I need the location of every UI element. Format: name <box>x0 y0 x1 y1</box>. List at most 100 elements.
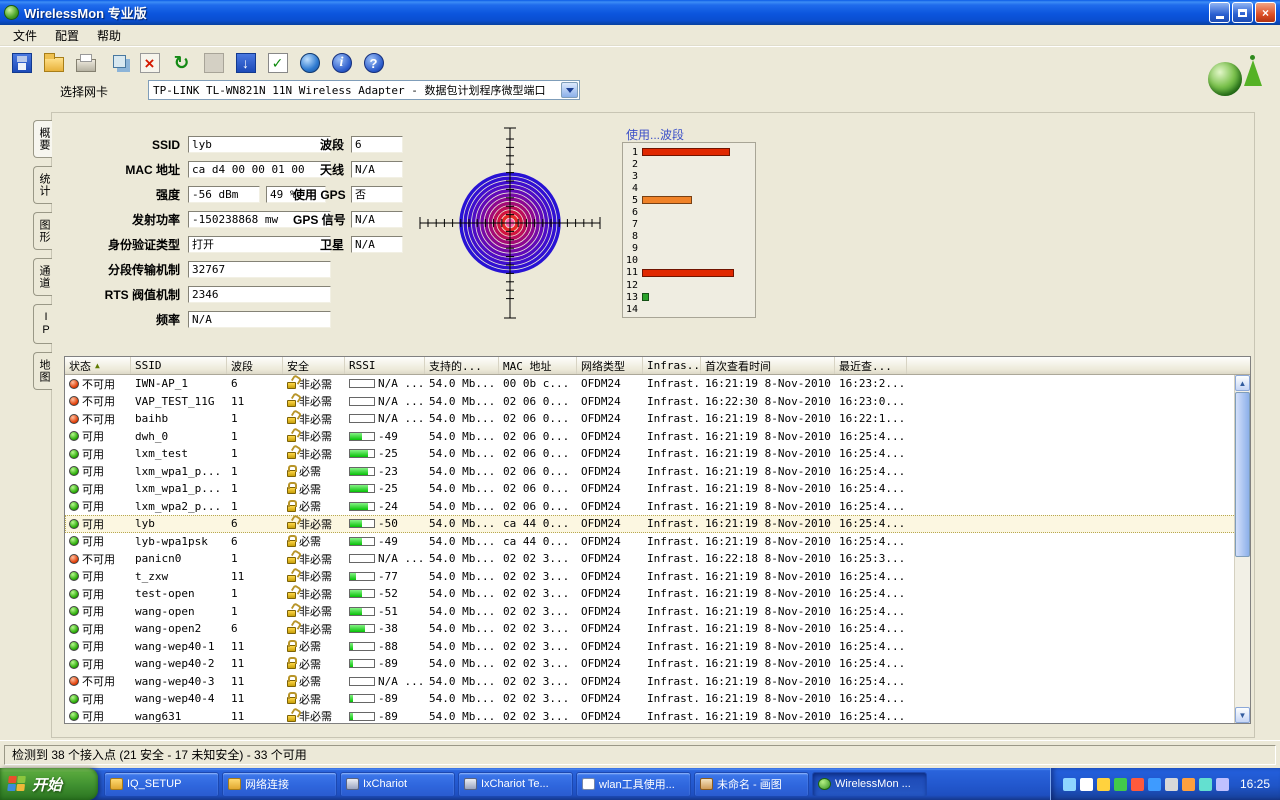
side-tab-1[interactable]: 概要 <box>33 120 52 158</box>
minimize-button[interactable] <box>1209 2 1230 23</box>
cell: 54.0 Mb... <box>425 585 499 603</box>
taskbar-item[interactable]: IxChariot <box>340 772 455 797</box>
import-button[interactable] <box>232 50 259 77</box>
table-row[interactable]: 可用lxm_wpa2_p...1必需-2454.0 Mb...02 06 0..… <box>65 498 1250 516</box>
connect-button[interactable] <box>200 50 227 77</box>
column-header[interactable]: 波段 <box>227 357 283 374</box>
table-row[interactable]: 可用wang-wep40-211必需-8954.0 Mb...02 02 3..… <box>65 655 1250 673</box>
channel-text: 11 <box>231 570 244 583</box>
taskbar-item[interactable]: WirelessMon ... <box>812 772 927 797</box>
column-header[interactable]: MAC 地址 <box>499 357 577 374</box>
tray-icon[interactable] <box>1063 778 1076 791</box>
tray-icon[interactable] <box>1165 778 1178 791</box>
table-row[interactable]: 不可用baihb1非必需N/A ...54.0 Mb...02 06 0...O… <box>65 410 1250 428</box>
scroll-up-button[interactable]: ▲ <box>1235 375 1250 391</box>
column-header[interactable]: SSID <box>131 357 227 374</box>
table-row[interactable]: 可用test-open1非必需-5254.0 Mb...02 02 3...OF… <box>65 585 1250 603</box>
side-tab-5[interactable]: IP <box>33 304 52 344</box>
tray-icon[interactable] <box>1216 778 1229 791</box>
maximize-button[interactable] <box>1232 2 1253 23</box>
connect-icon <box>204 53 224 73</box>
field-row: 使用 GPS否 <box>293 182 409 207</box>
tray-icon[interactable] <box>1080 778 1093 791</box>
cell: 16:25:4... <box>835 673 907 691</box>
print-button[interactable] <box>72 50 99 77</box>
dropdown-button[interactable] <box>561 82 578 98</box>
table-row[interactable]: 可用lyb6非必需-5054.0 Mb...ca 44 0...OFDM24In… <box>65 515 1250 533</box>
rssi-text: -49 <box>378 430 398 443</box>
column-header[interactable]: 首次查看时间 <box>701 357 835 374</box>
ssid-text: IWN-AP_1 <box>135 377 188 390</box>
table-row[interactable]: 不可用VAP_TEST_11G11非必需N/A ...54.0 Mb...02 … <box>65 393 1250 411</box>
globe-button[interactable] <box>296 50 323 77</box>
tray-icon[interactable] <box>1131 778 1144 791</box>
table-row[interactable]: 可用lxm_wpa1_p...1必需-2354.0 Mb...02 06 0..… <box>65 463 1250 481</box>
column-header[interactable]: 最近查... <box>835 357 907 374</box>
column-header[interactable]: 状态▲ <box>65 357 131 374</box>
side-tab-2[interactable]: 统计 <box>33 166 52 204</box>
taskbar-item[interactable]: IQ_SETUP <box>104 772 219 797</box>
taskbar-item[interactable]: IxChariot Te... <box>458 772 573 797</box>
cell: 16:21:19 8-Nov-2010 <box>701 603 835 621</box>
table-row[interactable]: 可用lxm_test1非必需-2554.0 Mb...02 06 0...OFD… <box>65 445 1250 463</box>
rate-text: 54.0 Mb... <box>429 500 495 513</box>
table-row[interactable]: 可用wang-open1非必需-5154.0 Mb...02 02 3...OF… <box>65 603 1250 621</box>
cell: Infrast... <box>643 498 701 516</box>
table-row[interactable]: 可用wang-wep40-411必需-8954.0 Mb...02 02 3..… <box>65 690 1250 708</box>
table-row[interactable]: 可用wang-wep40-111必需-8854.0 Mb...02 02 3..… <box>65 638 1250 656</box>
menu-item[interactable]: 文件 <box>4 25 46 46</box>
infrastructure-text: Infrast... <box>647 500 701 513</box>
info-button[interactable] <box>328 50 355 77</box>
scroll-down-button[interactable]: ▼ <box>1235 707 1250 723</box>
menu-item[interactable]: 配置 <box>46 25 88 46</box>
delete-button[interactable] <box>136 50 163 77</box>
close-button[interactable]: × <box>1255 2 1276 23</box>
side-tab-4[interactable]: 通道 <box>33 258 52 296</box>
column-header[interactable]: Infras... <box>643 357 701 374</box>
tray-icon[interactable] <box>1148 778 1161 791</box>
cell: 非必需 <box>283 568 345 586</box>
table-row[interactable]: 可用dwh_01非必需-4954.0 Mb...02 06 0...OFDM24… <box>65 428 1250 446</box>
table-row[interactable]: 可用wang63111非必需-8954.0 Mb...02 02 3...OFD… <box>65 708 1250 724</box>
table-row[interactable]: 可用lyb-wpa1psk6必需-4954.0 Mb...ca 44 0...O… <box>65 533 1250 551</box>
channel-row: 6 <box>625 206 753 218</box>
column-header[interactable]: 支持的... <box>425 357 499 374</box>
channel-text: 1 <box>231 482 238 495</box>
help-button[interactable] <box>360 50 387 77</box>
column-header[interactable]: 安全 <box>283 357 345 374</box>
vertical-scrollbar[interactable]: ▲ ▼ <box>1234 375 1250 723</box>
adapter-select[interactable]: TP-LINK TL-WN821N 11N Wireless Adapter -… <box>148 80 580 100</box>
table-row[interactable]: 可用wang-open26非必需-3854.0 Mb...02 02 3...O… <box>65 620 1250 638</box>
column-header[interactable]: RSSI <box>345 357 425 374</box>
menu-item[interactable]: 帮助 <box>88 25 130 46</box>
table-row[interactable]: 可用lxm_wpa1_p...1必需-2554.0 Mb...02 06 0..… <box>65 480 1250 498</box>
channel-text: 1 <box>231 412 238 425</box>
refresh-button[interactable] <box>168 50 195 77</box>
tray-icon[interactable] <box>1199 778 1212 791</box>
cell: OFDM24 <box>577 463 643 481</box>
rssi-text: -50 <box>378 517 398 530</box>
side-tab-3[interactable]: 图形 <box>33 212 52 250</box>
cell: 54.0 Mb... <box>425 708 499 724</box>
copy-button[interactable] <box>104 50 131 77</box>
start-button[interactable]: 开始 <box>0 768 98 800</box>
checklist-button[interactable] <box>264 50 291 77</box>
scrollbar-thumb[interactable] <box>1235 392 1250 557</box>
ssid-text: test-open <box>135 587 195 600</box>
table-row[interactable]: 可用t_zxw11非必需-7754.0 Mb...02 02 3...OFDM2… <box>65 568 1250 586</box>
taskbar-item[interactable]: 网络连接 <box>222 772 337 797</box>
column-header[interactable]: 网络类型 <box>577 357 643 374</box>
table-row[interactable]: 不可用wang-wep40-311必需N/A ...54.0 Mb...02 0… <box>65 673 1250 691</box>
open-button[interactable] <box>40 50 67 77</box>
tray-icon[interactable] <box>1182 778 1195 791</box>
channel-text: 6 <box>231 535 238 548</box>
table-row[interactable]: 不可用IWN-AP_16非必需N/A ...54.0 Mb...00 0b c.… <box>65 375 1250 393</box>
tray-icon[interactable] <box>1114 778 1127 791</box>
network-type-text: OFDM24 <box>581 430 621 443</box>
table-row[interactable]: 不可用panicn01非必需N/A ...54.0 Mb...02 02 3..… <box>65 550 1250 568</box>
taskbar-item[interactable]: wlan工具使用... <box>576 772 691 797</box>
tray-icon[interactable] <box>1097 778 1110 791</box>
taskbar-item[interactable]: 未命名 - 画图 <box>694 772 809 797</box>
save-button[interactable] <box>8 50 35 77</box>
side-tab-6[interactable]: 地图 <box>33 352 52 390</box>
